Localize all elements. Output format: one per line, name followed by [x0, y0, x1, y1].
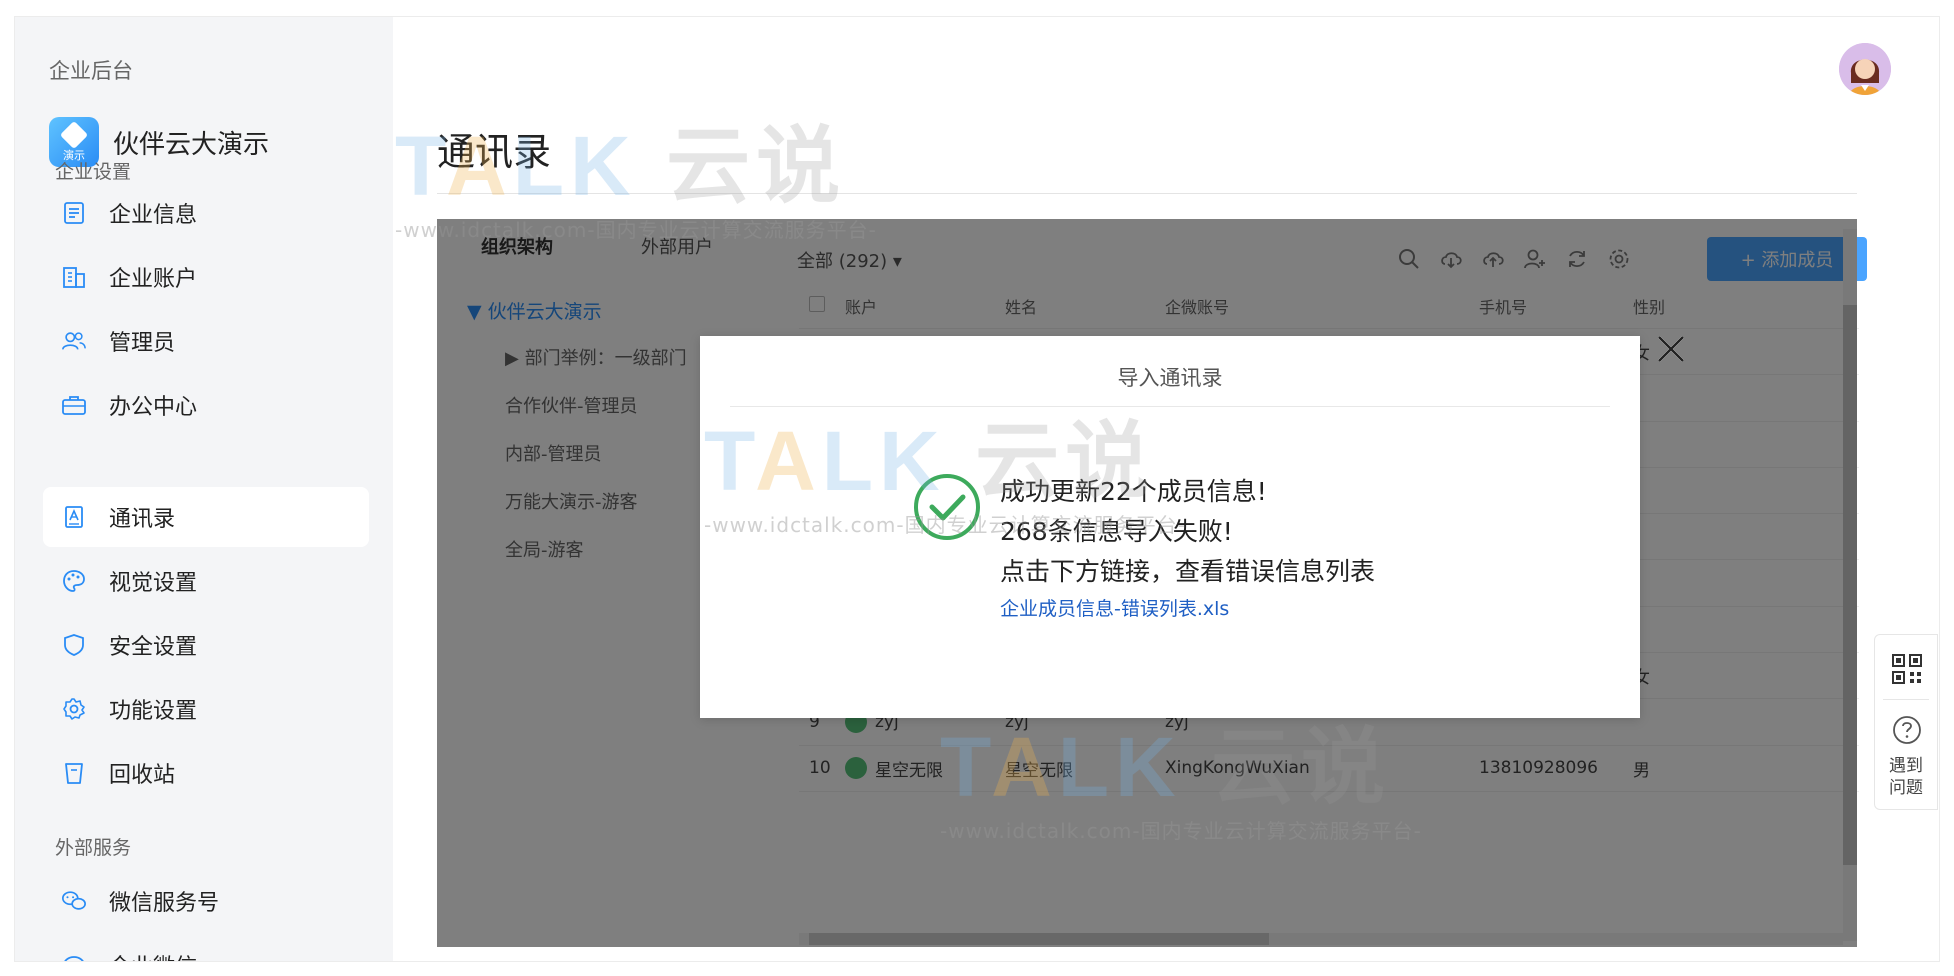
sidebar-item-enterprise-info[interactable]: 企业信息: [43, 183, 369, 243]
sidebar: 企业后台 演示 伙伴云大演示 企业设置 企业信息 企业账户 管理员 办公中心 通…: [15, 17, 393, 961]
close-dialog-button[interactable]: [1654, 332, 1688, 366]
sidebar-item-label: 企业微信: [109, 949, 197, 961]
section-external-services: 外部服务: [55, 837, 132, 859]
trash-icon: [61, 760, 87, 786]
help-label-line: 问题: [1889, 778, 1923, 798]
widget-divider: [1883, 699, 1929, 700]
sidebar-item-label: 回收站: [109, 763, 176, 788]
building-icon: [61, 264, 87, 290]
instruction-message: 点击下方链接，查看错误信息列表: [1000, 557, 1376, 586]
document-icon: [61, 200, 87, 226]
sidebar-item-label: 微信服务号: [109, 891, 220, 916]
sidebar-item-label: 企业信息: [109, 203, 198, 228]
sidebar-item-label: 管理员: [109, 331, 176, 356]
wechat-icon: [61, 888, 87, 914]
help-icon[interactable]: [1892, 715, 1922, 745]
gear-icon: [61, 696, 87, 722]
sidebar-item-enterprise-account[interactable]: 企业账户: [43, 247, 369, 307]
dialog-title: 导入通讯录: [1117, 366, 1223, 390]
close-icon: [1657, 335, 1685, 363]
section-enterprise-settings: 企业设置: [55, 161, 132, 183]
failure-message: 268条信息导入失败!: [1000, 517, 1233, 546]
sidebar-item-label: 企业账户: [109, 267, 198, 292]
page-title: 通讯录: [437, 130, 552, 174]
sidebar-item-label: 功能设置: [109, 699, 198, 724]
help-label[interactable]: 遇到 问题: [1875, 755, 1937, 799]
sidebar-item-contacts[interactable]: 通讯录: [43, 487, 369, 547]
wecom-icon: [61, 952, 87, 961]
floating-help-widget: 遇到 问题: [1874, 634, 1938, 810]
sidebar-item-feature-settings[interactable]: 功能设置: [43, 679, 369, 739]
briefcase-icon: [61, 392, 87, 418]
palette-icon: [61, 568, 87, 594]
shield-icon: [61, 632, 87, 658]
avatar[interactable]: [1839, 43, 1891, 95]
import-contacts-dialog: 导入通讯录 成功更新22个成员信息! 268条信息导入失败! 点击下方链接，查看…: [700, 336, 1640, 718]
sidebar-item-security-settings[interactable]: 安全设置: [43, 615, 369, 675]
sidebar-item-office-center[interactable]: 办公中心: [43, 375, 369, 435]
success-message: 成功更新22个成员信息!: [1000, 477, 1267, 506]
title-divider: [437, 193, 1857, 194]
sidebar-item-wecom[interactable]: 企业微信: [43, 935, 369, 961]
users-icon: [61, 328, 87, 354]
error-list-download-link[interactable]: 企业成员信息-错误列表.xls: [1000, 594, 1229, 621]
sidebar-item-recycle-bin[interactable]: 回收站: [43, 743, 369, 803]
contacts-icon: [61, 504, 87, 530]
sidebar-item-wechat-service[interactable]: 微信服务号: [43, 871, 369, 931]
success-check-icon: [912, 472, 982, 542]
sidebar-item-label: 通讯录: [109, 507, 176, 532]
sidebar-item-visual-settings[interactable]: 视觉设置: [43, 551, 369, 611]
brand-name: 伙伴云大演示: [113, 129, 270, 160]
qr-code-icon[interactable]: [1891, 653, 1923, 685]
sidebar-item-label: 办公中心: [109, 395, 198, 420]
sidebar-item-label: 视觉设置: [109, 571, 198, 596]
sidebar-header: 企业后台: [49, 59, 133, 83]
sidebar-item-label: 安全设置: [109, 635, 198, 660]
sidebar-item-admins[interactable]: 管理员: [43, 311, 369, 371]
dialog-divider: [730, 406, 1610, 407]
help-label-line: 遇到: [1889, 756, 1923, 776]
